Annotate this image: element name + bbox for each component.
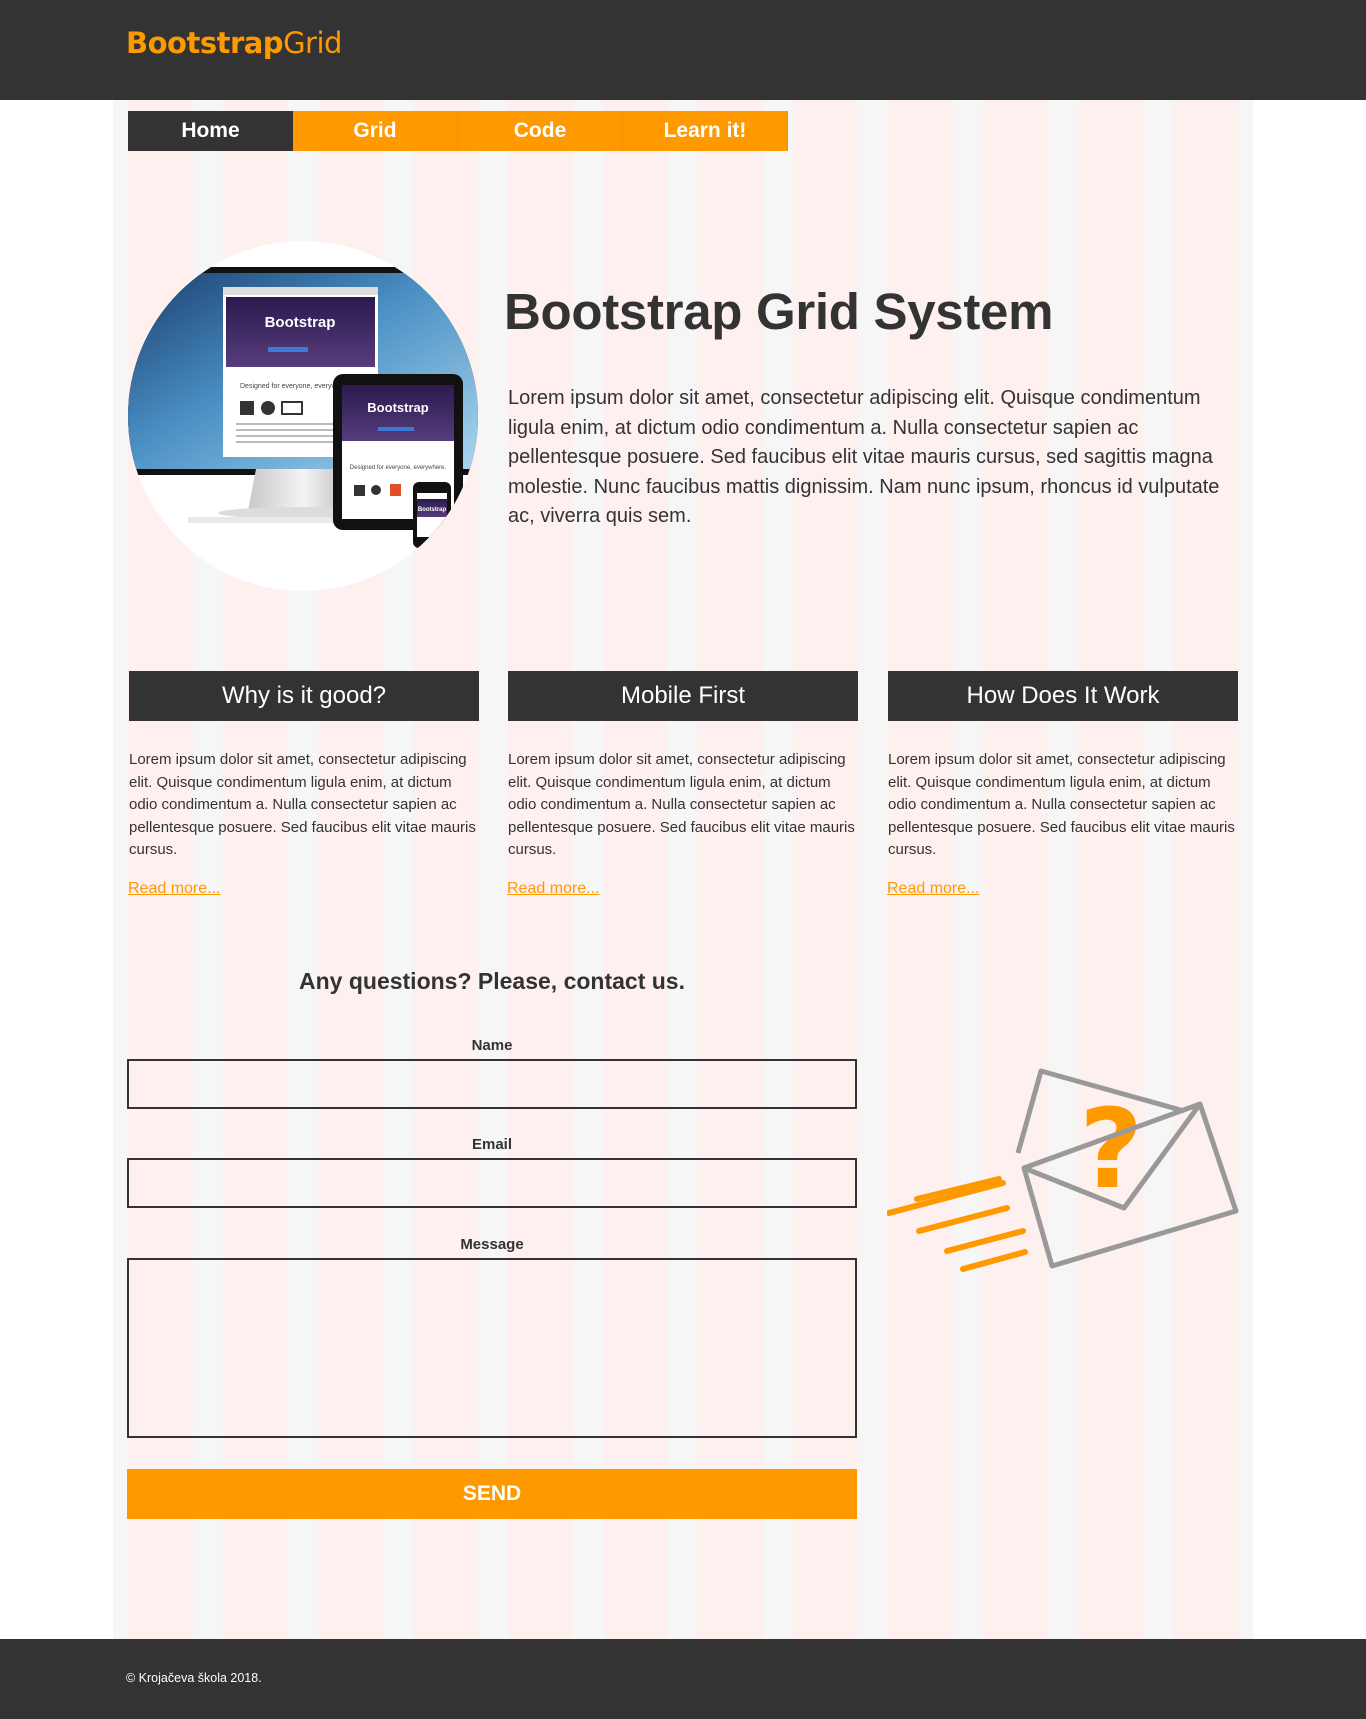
phone-brand-text: Bootstrap [418, 507, 447, 513]
tablet-brand-text: Bootstrap [367, 400, 428, 415]
tablet-tagline-text: Designed for everyone, everywhere. [350, 465, 447, 471]
site-header: BootstrapGrid [0, 0, 1366, 100]
copyright-text: © Krojačeva škola 2018. [126, 1671, 262, 1685]
read-more-link[interactable]: Read more... [507, 880, 599, 898]
feature-column: How Does It Work Lorem ipsum dolor sit a… [887, 671, 1238, 898]
send-button[interactable]: SEND [127, 1469, 857, 1519]
feature-column: Mobile First Lorem ipsum dolor sit amet,… [507, 671, 858, 898]
feature-text: Lorem ipsum dolor sit amet, consectetur … [888, 751, 1235, 858]
contact-title: Any questions? Please, contact us. [299, 968, 685, 994]
message-label: Message [460, 1236, 524, 1253]
responsive-devices-illustration: Bootstrap Designed for everyone, everywh… [128, 267, 478, 548]
feature-heading: How Does It Work [888, 671, 1238, 721]
nav-item-learn[interactable]: Learn it! [623, 111, 788, 151]
name-field[interactable] [127, 1059, 857, 1109]
speed-lines [886, 1176, 1028, 1272]
hero-image: Bootstrap Designed for everyone, everywh… [128, 241, 478, 591]
message-field[interactable] [127, 1258, 857, 1438]
feature-text: Lorem ipsum dolor sit amet, consectetur … [508, 751, 855, 858]
main-nav: Home Grid Code Learn it! [128, 111, 788, 151]
logo-bold-text: Bootstrap [126, 26, 284, 60]
monitor-brand-text: Bootstrap [265, 314, 336, 331]
feature-text: Lorem ipsum dolor sit amet, consectetur … [129, 751, 476, 858]
feature-column: Why is it good? Lorem ipsum dolor sit am… [128, 671, 479, 898]
email-label: Email [471, 1136, 513, 1153]
email-field[interactable] [127, 1158, 857, 1208]
hero-paragraph: Lorem ipsum dolor sit amet, consectetur … [508, 387, 1220, 527]
read-more-link[interactable]: Read more... [128, 880, 220, 898]
logo-light-text: Grid [283, 26, 342, 60]
name-label: Name [471, 1037, 513, 1054]
feature-heading: Mobile First [508, 671, 858, 721]
site-logo[interactable]: BootstrapGrid [126, 26, 342, 60]
hero-title: Bootstrap Grid System [504, 283, 1054, 340]
feature-heading: Why is it good? [129, 671, 479, 721]
envelope-question-icon: ? [886, 1055, 1243, 1275]
read-more-link[interactable]: Read more... [887, 880, 979, 898]
nav-item-grid[interactable]: Grid [293, 111, 458, 151]
nav-item-home[interactable]: Home [128, 111, 293, 151]
nav-item-code[interactable]: Code [458, 111, 623, 151]
site-footer: © Krojačeva škola 2018. [0, 1639, 1366, 1719]
